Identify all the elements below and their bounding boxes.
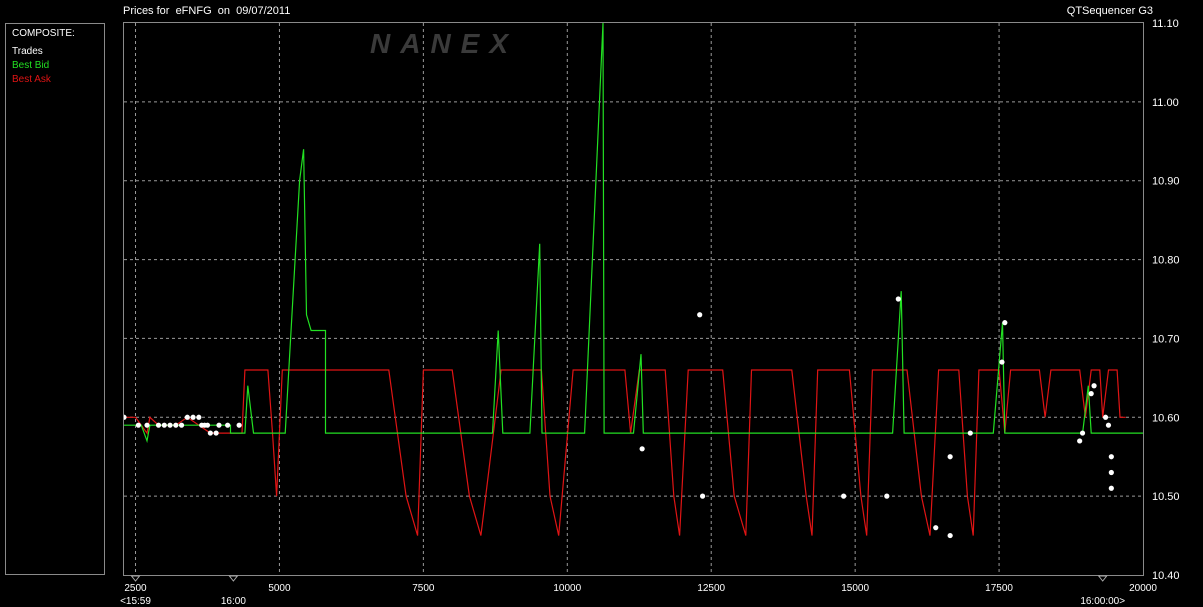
time-marker-icon bbox=[228, 575, 239, 582]
trade-point bbox=[1091, 383, 1097, 389]
trade-point bbox=[699, 493, 706, 499]
trade-point bbox=[895, 296, 901, 302]
trade-point bbox=[173, 422, 179, 428]
trade-point bbox=[155, 422, 162, 428]
time-marker-icon bbox=[1097, 575, 1108, 582]
trade-point bbox=[933, 525, 939, 531]
x-tick-label: 7500 bbox=[412, 583, 435, 594]
trade-point bbox=[236, 422, 242, 428]
x-tick-label: 10000 bbox=[553, 583, 581, 594]
trade-point bbox=[697, 312, 703, 318]
trade-point bbox=[216, 422, 222, 428]
trade-point bbox=[213, 430, 219, 436]
trade-point bbox=[207, 430, 213, 436]
x-tick-label: 15000 bbox=[841, 583, 869, 594]
series-line-best-bid bbox=[124, 23, 1143, 444]
trade-point bbox=[167, 422, 173, 428]
trade-point bbox=[947, 454, 953, 460]
x-tick-label: 2500 bbox=[124, 583, 147, 594]
trade-point bbox=[135, 422, 141, 428]
x-tick-label: 17500 bbox=[985, 583, 1013, 594]
x-time-label: 16:00 bbox=[221, 596, 246, 607]
trade-point bbox=[1105, 422, 1112, 428]
y-tick-label: 10.40 bbox=[1152, 570, 1180, 582]
time-marker-icon bbox=[130, 575, 141, 582]
series-line-best-ask bbox=[124, 369, 1126, 536]
trade-point bbox=[639, 446, 645, 452]
trade-point bbox=[1102, 414, 1109, 420]
y-tick-label: 10.70 bbox=[1152, 333, 1180, 345]
trade-point bbox=[1002, 320, 1008, 326]
trade-point bbox=[1077, 438, 1083, 444]
trade-point bbox=[1088, 391, 1094, 397]
trade-point bbox=[1079, 430, 1086, 436]
trade-point bbox=[190, 414, 196, 420]
y-tick-label: 11.10 bbox=[1152, 18, 1179, 30]
trade-point bbox=[144, 422, 150, 428]
trade-point bbox=[1108, 469, 1114, 476]
trade-point bbox=[184, 414, 190, 420]
trade-point bbox=[196, 414, 202, 420]
y-tick-label: 11.00 bbox=[1152, 97, 1179, 109]
y-tick-label: 10.80 bbox=[1152, 255, 1180, 267]
trade-point bbox=[161, 422, 167, 428]
y-tick-label: 10.50 bbox=[1152, 491, 1180, 503]
trade-point bbox=[225, 422, 231, 428]
trade-point bbox=[204, 422, 211, 428]
trade-point bbox=[1108, 485, 1114, 491]
x-time-label: <15:59 bbox=[120, 596, 151, 607]
x-tick-label: 12500 bbox=[697, 583, 725, 594]
trade-point bbox=[884, 493, 890, 499]
trade-point bbox=[124, 414, 127, 420]
trade-point bbox=[947, 532, 953, 539]
trade-point bbox=[178, 422, 185, 428]
trade-point bbox=[1108, 454, 1114, 460]
x-tick-label: 5000 bbox=[268, 583, 291, 594]
trade-point bbox=[999, 359, 1005, 365]
trade-point bbox=[967, 430, 973, 436]
x-time-label: 16:00:00> bbox=[1080, 596, 1125, 607]
y-tick-label: 10.60 bbox=[1152, 412, 1180, 424]
x-tick-label: 20000 bbox=[1129, 583, 1157, 594]
y-tick-label: 10.90 bbox=[1152, 176, 1180, 188]
price-chart: 10.40 10.50 10.60 10.70 10.80 10.90 11.00 11.10… bbox=[120, 18, 1180, 607]
trade-point bbox=[841, 493, 847, 499]
